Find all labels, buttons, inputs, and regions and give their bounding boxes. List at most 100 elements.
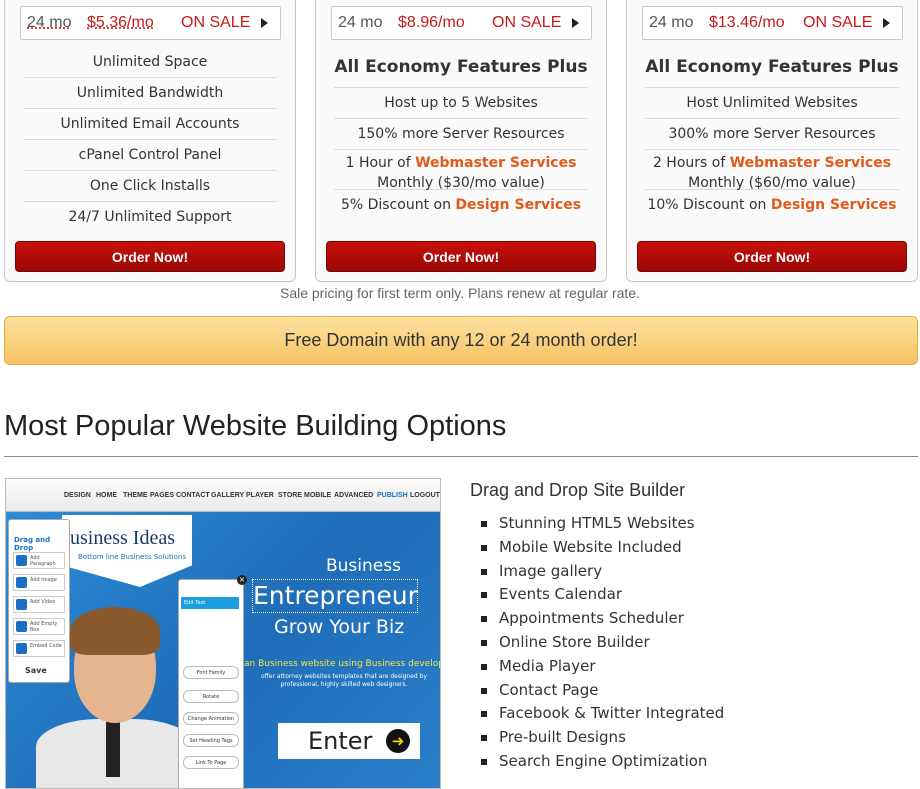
enter-button: Enter ➜ (278, 723, 420, 759)
sale-label: ON SALE (181, 14, 251, 31)
builder-top-nav: DESIGN HOME THEME PAGES CONTACT GALLERY … (6, 479, 440, 512)
feature-item-webmaster: 2 Hours of Webmaster Services Monthly ($6… (645, 150, 899, 191)
plan-card-ultimate: 24 mo $13.46/mo ON SALE All Economy Feat… (626, 0, 918, 282)
feature-heading: All Economy Features Plus (334, 47, 588, 88)
bullet-icon (481, 639, 487, 646)
video-icon (16, 599, 27, 610)
site-builder-screenshot[interactable]: DESIGN HOME THEME PAGES CONTACT GALLERY … (5, 478, 441, 789)
list-item-label: Facebook & Twitter Integrated (499, 704, 725, 723)
list-item: Pre-built Designs (478, 726, 724, 750)
list-item-label: Appointments Scheduler (499, 609, 684, 628)
plan-price: $5.36/mo (87, 14, 154, 31)
bullet-icon (481, 592, 487, 599)
design-services-link[interactable]: Design Services (455, 197, 581, 213)
term-select[interactable]: 24 mo $8.96/mo ON SALE (331, 6, 592, 40)
nav-item: ADVANCED (334, 492, 374, 499)
bullet-icon (481, 544, 487, 551)
nav-item: PAGES (150, 492, 174, 499)
plan-price: $8.96/mo (398, 14, 465, 31)
bullet-icon (481, 521, 487, 527)
feature-text: Monthly ($60/mo value) (688, 175, 856, 191)
link-page-button: Link To Page (183, 756, 239, 769)
list-item: Appointments Scheduler (478, 607, 724, 631)
animation-button: Change Animation (183, 712, 239, 725)
bullet-icon (481, 735, 487, 742)
sale-pricing-note: Sale pricing for first term only. Plans … (279, 285, 640, 301)
list-item: Online Store Builder (478, 631, 724, 655)
grow-biz-text: Grow Your Biz (274, 616, 405, 638)
order-now-button[interactable]: Order Now! (637, 241, 907, 272)
panel-save: Save (25, 666, 47, 675)
hero-subtitle: Bottom line Business Solutions (78, 553, 187, 561)
term-length: 24 mo (27, 14, 72, 31)
webmaster-services-link[interactable]: Webmaster Services (415, 155, 576, 171)
panel-title: Drag and Drop (14, 536, 51, 552)
bullet-icon (481, 616, 487, 623)
feature-text: 2 Hours of (652, 155, 730, 171)
entrepreneur-text: Entrepreneur (252, 579, 418, 613)
feature-item: Unlimited Email Accounts (23, 109, 277, 140)
hero-banner: usiness Ideas Bottom line Business Solut… (62, 515, 192, 587)
plan-price: $13.46/mo (709, 14, 785, 31)
order-now-button[interactable]: Order Now! (15, 241, 285, 272)
list-item-label: Search Engine Optimization (499, 751, 708, 770)
list-item: Stunning HTML5 Websites (478, 512, 724, 536)
term-length: 24 mo (649, 14, 694, 31)
list-item: Contact Page (478, 679, 724, 703)
list-item: Media Player (478, 655, 724, 679)
design-services-link[interactable]: Design Services (771, 197, 897, 213)
list-item-label: Media Player (499, 656, 596, 675)
feature-item: 150% more Server Resources (334, 119, 588, 150)
list-item-label: Online Store Builder (499, 632, 650, 651)
webmaster-services-link[interactable]: Webmaster Services (730, 155, 891, 171)
bullet-icon (481, 711, 487, 718)
panel-item: Add Video (13, 596, 65, 613)
feature-item: cPanel Control Panel (23, 140, 277, 171)
order-now-button[interactable]: Order Now! (326, 241, 596, 272)
image-icon (16, 577, 27, 588)
dropdown-arrow-icon[interactable] (883, 18, 890, 28)
feature-item: 300% more Server Resources (645, 119, 899, 150)
list-item: Mobile Website Included (478, 536, 724, 560)
tagline-yellow: an Business website using Business devel… (244, 659, 441, 669)
list-item: Facebook & Twitter Integrated (478, 702, 724, 726)
list-item-label: Stunning HTML5 Websites (499, 514, 695, 532)
feature-list: Unlimited Space Unlimited Bandwidth Unli… (23, 47, 277, 232)
font-family-button: Font Family (183, 666, 239, 679)
dropdown-arrow-icon[interactable] (572, 18, 579, 28)
paragraph-icon (16, 555, 27, 566)
plan-card-deluxe: 24 mo $8.96/mo ON SALE All Economy Featu… (315, 0, 607, 282)
feature-item: Host Unlimited Websites (645, 88, 899, 119)
feature-item: Unlimited Bandwidth (23, 78, 277, 109)
sale-label: ON SALE (803, 14, 873, 31)
dropdown-arrow-icon[interactable] (261, 18, 268, 28)
feature-text: 10% Discount on (647, 197, 771, 213)
nav-item: THEME (123, 492, 148, 499)
section-title: Most Popular Website Building Options (4, 410, 507, 442)
close-icon: × (237, 575, 247, 585)
list-item-label: Events Calendar (499, 585, 623, 604)
term-select[interactable]: 24 mo $5.36/mo ON SALE (20, 6, 281, 40)
feature-text: Monthly ($30/mo value) (377, 175, 545, 191)
bullet-icon (481, 568, 487, 575)
builder-title: Drag and Drop Site Builder (470, 480, 686, 500)
heading-tags-button: Set Heading Tags (183, 734, 239, 747)
sale-label: ON SALE (492, 14, 562, 31)
feature-item: One Click Installs (23, 171, 277, 202)
plan-card-economy: 24 mo $5.36/mo ON SALE Unlimited Space U… (4, 0, 296, 282)
feature-item-design: 10% Discount on Design Services (645, 190, 899, 220)
drag-drop-panel: Drag and Drop Add Paragraph Add Image Ad… (8, 519, 70, 683)
edit-text-label: Edit Text (181, 597, 239, 609)
feature-item: Unlimited Space (23, 47, 277, 78)
rotate-button: Rotate (183, 690, 239, 703)
business-text: Business (326, 556, 401, 576)
feature-list: All Economy Features Plus Host Unlimited… (645, 47, 899, 220)
builder-feature-list: Stunning HTML5 Websites Mobile Website I… (478, 512, 724, 774)
panel-item: Add Image (13, 574, 65, 591)
enter-label: Enter (308, 727, 373, 755)
feature-item-design: 5% Discount on Design Services (334, 190, 588, 220)
term-select[interactable]: 24 mo $13.46/mo ON SALE (642, 6, 903, 40)
hero-title: usiness Ideas (70, 527, 175, 549)
nav-item: PUBLISH (377, 492, 408, 499)
feature-item-webmaster: 1 Hour of Webmaster Services Monthly ($30… (334, 150, 588, 191)
